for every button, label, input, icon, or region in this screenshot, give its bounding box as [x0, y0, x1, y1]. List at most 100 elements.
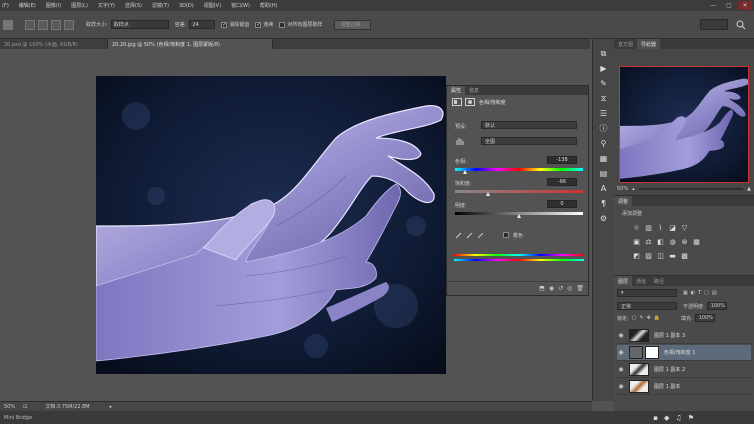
menu-window[interactable]: 窗口(W)	[226, 2, 255, 9]
brush-icon[interactable]: ✎	[598, 78, 609, 89]
layer-name[interactable]: 图层 1 副本 3	[654, 332, 685, 339]
saturation-slider[interactable]	[455, 190, 583, 196]
minimize-button[interactable]: —	[706, 1, 720, 10]
fill-input[interactable]: 100%	[694, 314, 715, 322]
mini-bridge-tab[interactable]: Mini Bridge	[4, 415, 32, 421]
selective-color-icon[interactable]: ▩	[680, 251, 689, 260]
blend-mode-select[interactable]: 正常	[617, 302, 677, 310]
contiguous-checkbox[interactable]: ✓	[255, 21, 262, 28]
channel-mixer-icon[interactable]: ⊛	[680, 237, 689, 246]
curves-icon[interactable]: ⌇	[656, 223, 665, 232]
actions-icon[interactable]: ▶	[598, 63, 609, 74]
tab-info[interactable]: 信息	[465, 87, 483, 94]
colorize-checkbox[interactable]	[503, 232, 509, 238]
layer-row[interactable]: ◉ 图层 1 副本 2	[617, 362, 751, 378]
menu-image[interactable]: 图像(I)	[41, 2, 66, 9]
properties-icon[interactable]: ⚲	[598, 138, 609, 149]
view-previous-icon[interactable]: ◉	[549, 285, 554, 292]
hand-adjust-icon[interactable]	[455, 137, 465, 146]
levels-icon[interactable]: ▥	[644, 223, 653, 232]
menu-edit[interactable]: 编辑(E)	[14, 2, 41, 9]
opacity-input[interactable]: 100%	[706, 302, 727, 310]
zoom-in-icon[interactable]: ▲	[747, 186, 751, 192]
hue-sat-adj-icon[interactable]: ▣	[632, 237, 641, 246]
info-icon[interactable]: ⓘ	[598, 123, 609, 134]
clip-layer-icon[interactable]: ⬒	[539, 285, 545, 292]
hue-input[interactable]: -138	[547, 156, 577, 164]
hue-knob[interactable]	[463, 170, 467, 174]
tool-presets-icon[interactable]: ⚙	[598, 213, 609, 224]
styles-icon[interactable]: ▦	[598, 153, 609, 164]
lightness-input[interactable]: 0	[547, 200, 577, 208]
adjustments-icon[interactable]: ☰	[598, 108, 609, 119]
tab-properties[interactable]: 属性	[447, 86, 466, 95]
black-white-icon[interactable]: ◧	[656, 237, 665, 246]
tray-icon-4[interactable]: ⚑	[688, 414, 694, 422]
invert-icon[interactable]: ◩	[632, 251, 641, 260]
menu-layer[interactable]: 图层(L)	[66, 2, 93, 9]
zoom-out-icon[interactable]: ▴	[632, 186, 635, 192]
menu-view[interactable]: 视图(V)	[199, 2, 226, 9]
menu-filter[interactable]: 滤镜(T)	[147, 2, 174, 9]
reset-icon[interactable]: ↺	[558, 285, 563, 292]
gradient-map-icon[interactable]: ▬	[668, 251, 677, 260]
lock-icons[interactable]: ▢✎✥🔒	[632, 315, 663, 321]
tab-adjustments[interactable]: 调整	[614, 196, 633, 206]
tray-icon-2[interactable]: ◆	[664, 414, 669, 422]
saturation-knob[interactable]	[486, 192, 490, 196]
tab-navigator[interactable]: 导航器	[637, 39, 661, 49]
threshold-icon[interactable]: ◫	[656, 251, 665, 260]
tray-icon-3[interactable]: ♫	[675, 414, 681, 422]
maximize-button[interactable]: ▢	[722, 1, 736, 10]
paragraph-icon[interactable]: ¶	[598, 198, 609, 209]
menu-file[interactable]: (F)	[0, 3, 14, 9]
image-canvas[interactable]	[96, 76, 446, 374]
menu-help[interactable]: 帮助(H)	[255, 2, 283, 9]
character-icon[interactable]: A	[598, 183, 609, 194]
layer-row[interactable]: ◉ 图层 1 副本 3	[617, 328, 751, 344]
navigator-zoom-value[interactable]: 50%	[617, 186, 628, 192]
navigator-thumbnail[interactable]	[619, 66, 749, 183]
doc-tab-1[interactable]: 20.psd @ 100% (水面, RGB/8)	[0, 39, 108, 49]
layer-name[interactable]: 色相/饱和度 1	[664, 349, 695, 356]
search-icon[interactable]	[736, 20, 746, 30]
lightness-slider[interactable]	[455, 212, 583, 218]
status-zoom[interactable]: 50%	[4, 404, 15, 410]
layer-filter-select[interactable]: ▾	[617, 289, 677, 297]
posterize-icon[interactable]: ▨	[644, 251, 653, 260]
subtract-selection-icon[interactable]	[51, 19, 61, 30]
lightness-knob[interactable]	[517, 214, 521, 218]
eye-icon[interactable]: ◉	[617, 349, 625, 356]
doc-tab-2[interactable]: 20.20.jpg @ 50% (色相/饱和度 1, 图层蒙版/8)	[108, 39, 273, 49]
all-layers-checkbox[interactable]	[279, 21, 286, 28]
magic-wand-tool-icon[interactable]	[3, 19, 13, 30]
refine-edge-button[interactable]: 调整边缘...	[334, 19, 372, 30]
swatches-icon[interactable]: ▤	[598, 168, 609, 179]
channel-select[interactable]: 全图	[481, 137, 577, 145]
close-button[interactable]: ✕	[738, 1, 752, 10]
layer-name[interactable]: 图层 1 副本 2	[654, 366, 685, 373]
tab-layers[interactable]: 图层	[614, 276, 633, 286]
exposure-icon[interactable]: ◪	[668, 223, 677, 232]
tab-paths[interactable]: 路径	[650, 276, 668, 286]
clone-source-icon[interactable]: ⧖	[598, 93, 609, 104]
tab-channels[interactable]: 通道	[632, 276, 650, 286]
filter-icons[interactable]: ▦◐T▢▤	[683, 290, 720, 296]
status-icon[interactable]: ⊡	[23, 404, 27, 410]
preset-select[interactable]: 默认	[481, 121, 577, 129]
hue-slider[interactable]	[455, 168, 583, 174]
menu-select[interactable]: 选择(S)	[120, 2, 147, 9]
saturation-input[interactable]: -66	[547, 178, 577, 186]
eye-icon[interactable]: ◉	[617, 383, 625, 390]
sample-size-select[interactable]: 取样点	[110, 20, 169, 29]
color-balance-icon[interactable]: ⚖	[644, 237, 653, 246]
status-menu-arrow-icon[interactable]: ▸	[110, 404, 113, 410]
antialias-checkbox[interactable]: ✓	[221, 21, 228, 28]
visibility-icon[interactable]: ◎	[567, 285, 572, 292]
new-selection-icon[interactable]	[25, 19, 35, 30]
layer-mask-thumbnail[interactable]	[645, 346, 659, 359]
brightness-icon[interactable]: ☼	[632, 223, 641, 232]
photo-filter-icon[interactable]: ◍	[668, 237, 677, 246]
tolerance-input[interactable]: 24	[189, 20, 216, 29]
tab-histogram[interactable]: 直方图	[614, 39, 637, 49]
